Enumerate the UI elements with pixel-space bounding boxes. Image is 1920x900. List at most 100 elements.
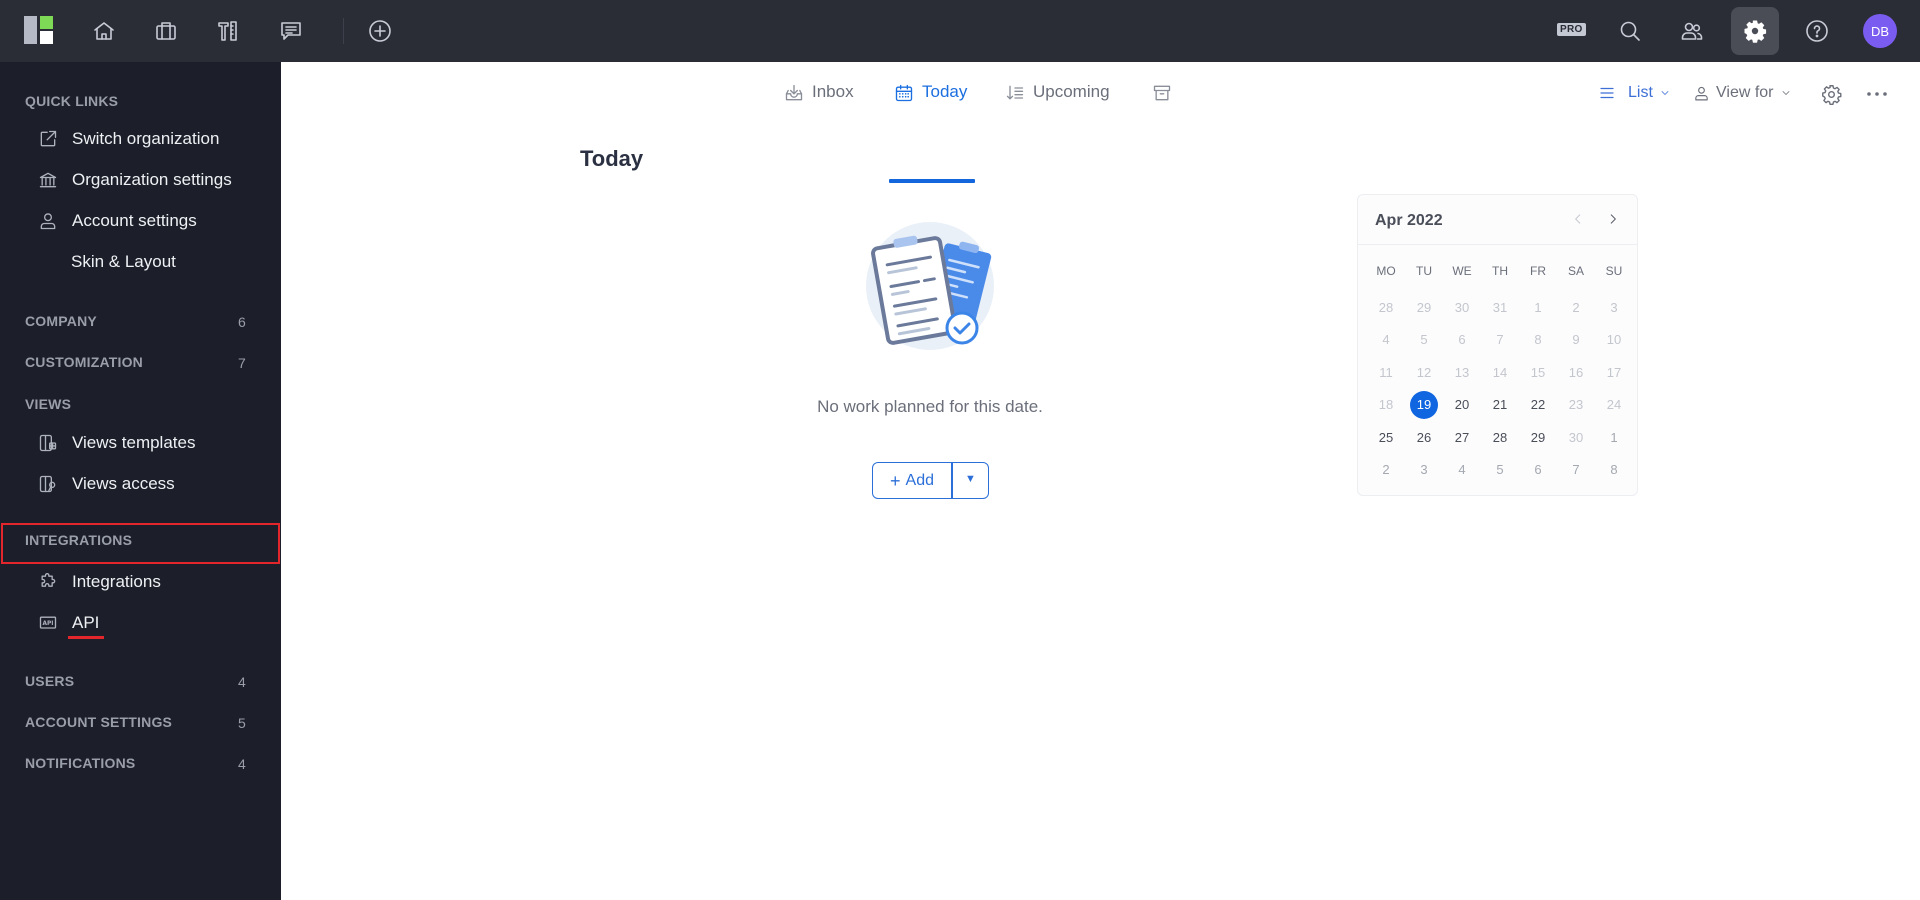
calendar-day[interactable]: 8 — [1519, 324, 1557, 357]
section-count: 4 — [238, 674, 246, 690]
calendar-day[interactable]: 5 — [1405, 324, 1443, 357]
pro-badge[interactable]: PRO — [1557, 23, 1586, 36]
calendar-day-number: 30 — [1568, 429, 1584, 445]
search-icon[interactable] — [1610, 11, 1650, 51]
calendar-day-number: 6 — [1458, 332, 1466, 348]
calendar-day[interactable]: 31 — [1481, 291, 1519, 324]
calendar-prev-button[interactable] — [1567, 208, 1589, 230]
user-avatar[interactable]: DB — [1863, 14, 1897, 48]
plus-circle-icon[interactable] — [360, 11, 400, 51]
tab-label: Inbox — [812, 82, 854, 101]
sidebar-item-organization-settings[interactable]: Organization settings — [0, 162, 281, 198]
calendar-day[interactable]: 5 — [1481, 454, 1519, 487]
calendar-day[interactable]: 16 — [1557, 356, 1595, 389]
view-mode-dropdown[interactable]: List — [1598, 84, 1671, 102]
help-icon[interactable] — [1797, 11, 1837, 51]
tools-icon[interactable] — [208, 11, 248, 51]
calendar-day[interactable]: 17 — [1595, 356, 1633, 389]
view-settings-button[interactable] — [1821, 84, 1842, 105]
calendar-weekday: TU — [1416, 264, 1432, 278]
calendar-day[interactable]: 14 — [1481, 356, 1519, 389]
section-count: 6 — [238, 314, 246, 330]
calendar-day-number: 29 — [1416, 299, 1432, 315]
calendar-day-number: 5 — [1496, 462, 1504, 478]
calendar-day[interactable]: 27 — [1443, 421, 1481, 454]
calendar-day[interactable]: 20 — [1443, 389, 1481, 422]
sidebar-item-switch-organization[interactable]: Switch organization — [0, 121, 281, 157]
calendar-day[interactable]: 4 — [1367, 324, 1405, 357]
sidebar-item-label: Organization settings — [72, 170, 232, 189]
calendar-day[interactable]: 12 — [1405, 356, 1443, 389]
calendar-day[interactable]: 30 — [1443, 291, 1481, 324]
chat-icon[interactable] — [271, 11, 311, 51]
calendar-day[interactable]: 11 — [1367, 356, 1405, 389]
users-icon[interactable] — [1672, 11, 1712, 51]
calendar-day[interactable]: 30 — [1557, 421, 1595, 454]
calendar-day[interactable]: 28 — [1367, 291, 1405, 324]
calendar-day[interactable]: 7 — [1481, 324, 1519, 357]
calendar-day-number: 21 — [1492, 397, 1508, 413]
calendar-day[interactable]: 7 — [1557, 454, 1595, 487]
section-users[interactable]: USERS 4 — [0, 665, 281, 699]
calendar-day[interactable]: 4 — [1443, 454, 1481, 487]
add-button[interactable]: + Add — [873, 463, 953, 498]
calendar-day[interactable]: 2 — [1557, 291, 1595, 324]
calendar-day[interactable]: 25 — [1367, 421, 1405, 454]
sidebar-item-views-access[interactable]: Views access — [0, 466, 281, 502]
tab-upcoming[interactable]: Upcoming — [1005, 82, 1110, 122]
calendar-day[interactable]: 22 — [1519, 389, 1557, 422]
sidebar-item-skin-layout[interactable]: Skin & Layout — [0, 244, 281, 280]
calendar-next-button[interactable] — [1602, 208, 1624, 230]
home-icon[interactable] — [84, 11, 124, 51]
calendar-day[interactable]: 3 — [1595, 291, 1633, 324]
view-for-dropdown[interactable]: View for — [1693, 84, 1792, 102]
app-logo[interactable] — [24, 16, 54, 44]
calendar-day[interactable]: 8 — [1595, 454, 1633, 487]
tab-today[interactable]: Today — [894, 82, 967, 122]
tab-inbox[interactable]: Inbox — [784, 82, 854, 122]
calendar-day[interactable]: 29 — [1405, 291, 1443, 324]
calendar-day[interactable]: 1 — [1595, 421, 1633, 454]
settings-button[interactable] — [1731, 7, 1779, 55]
briefcase-icon[interactable] — [146, 11, 186, 51]
section-customization[interactable]: CUSTOMIZATION 7 — [0, 346, 281, 380]
calendar-day[interactable]: 28 — [1481, 421, 1519, 454]
sidebar-item-views-templates[interactable]: Views templates — [0, 425, 281, 461]
empty-state-message: No work planned for this date. — [817, 397, 1043, 416]
calendar-weekday: MO — [1376, 264, 1396, 278]
section-count: 4 — [238, 756, 246, 772]
sidebar-item-integrations[interactable]: Integrations — [0, 564, 281, 600]
calendar-day[interactable]: 9 — [1557, 324, 1595, 357]
calendar-day[interactable]: 15 — [1519, 356, 1557, 389]
sidebar-item-api[interactable]: API API — [0, 605, 281, 641]
add-dropdown-toggle[interactable]: ▼ — [953, 463, 988, 498]
calendar-day[interactable]: 13 — [1443, 356, 1481, 389]
tab-label: Upcoming — [1033, 82, 1110, 101]
caret-down-icon: ▼ — [965, 472, 976, 485]
calendar-day[interactable]: 29 — [1519, 421, 1557, 454]
page-title: Today — [580, 146, 644, 171]
calendar-day[interactable]: 1 — [1519, 291, 1557, 324]
calendar-day[interactable]: 3 — [1405, 454, 1443, 487]
calendar-day-number: 7 — [1572, 462, 1580, 478]
calendar-day[interactable]: 10 — [1595, 324, 1633, 357]
calendar-day-number: 15 — [1530, 364, 1546, 380]
calendar-day[interactable]: 6 — [1443, 324, 1481, 357]
calendar-day[interactable]: 18 — [1367, 389, 1405, 422]
chevron-down-icon — [1661, 91, 1669, 95]
calendar-day[interactable]: 23 — [1557, 389, 1595, 422]
calendar-day[interactable]: 21 — [1481, 389, 1519, 422]
calendar-day[interactable]: 2 — [1367, 454, 1405, 487]
calendar-day-number: 12 — [1416, 364, 1432, 380]
calendar-day[interactable]: 24 — [1595, 389, 1633, 422]
sidebar-item-account-settings[interactable]: Account settings — [0, 203, 281, 239]
calendar-day-selected[interactable]: 19 — [1405, 389, 1443, 422]
section-account-settings[interactable]: ACCOUNT SETTINGS 5 — [0, 706, 281, 740]
calendar-day-number: 27 — [1454, 429, 1470, 445]
section-company[interactable]: COMPANY 6 — [0, 305, 281, 339]
calendar-day[interactable]: 26 — [1405, 421, 1443, 454]
tab-archive[interactable] — [1152, 82, 1172, 122]
section-notifications[interactable]: NOTIFICATIONS 4 — [0, 747, 281, 781]
more-options-button[interactable] — [1865, 84, 1889, 104]
calendar-day[interactable]: 6 — [1519, 454, 1557, 487]
